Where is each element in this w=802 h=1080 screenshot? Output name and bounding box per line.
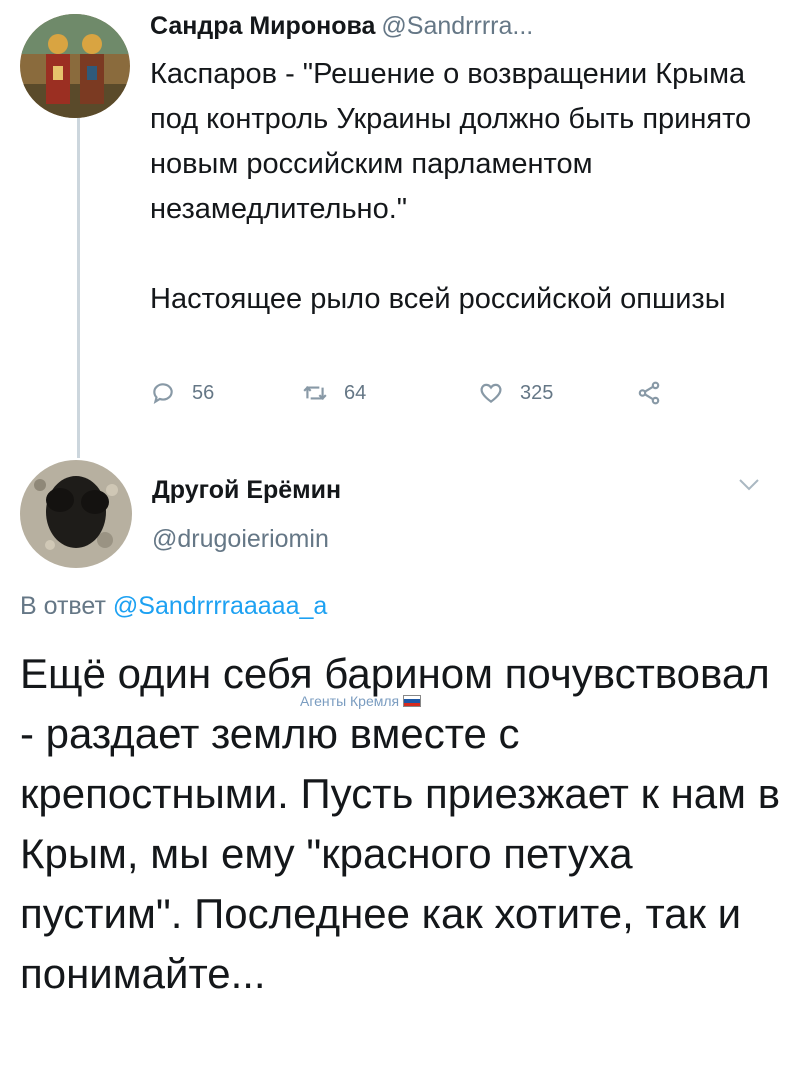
share-button[interactable]	[636, 380, 662, 406]
reply-prefix: В ответ	[20, 592, 106, 620]
reply-icon	[153, 383, 173, 405]
watermark-text: Агенты Кремля	[300, 693, 400, 709]
watermark: Агенты Кремля	[300, 693, 422, 709]
author-handle[interactable]: @drugoieriomin	[152, 525, 329, 554]
retweet-count: 64	[344, 381, 367, 404]
tweet-header: Сандра Миронова @Sandrrrra...	[150, 12, 533, 41]
author-handle[interactable]: @Sandrrrra...	[381, 12, 533, 40]
russian-flag-icon	[403, 695, 422, 707]
avatar[interactable]	[20, 460, 132, 568]
tweet-text: Каспаров - "Решение о возвращении Крыма …	[150, 52, 780, 322]
chevron-down-icon[interactable]	[738, 478, 760, 492]
avatar[interactable]	[20, 14, 130, 118]
like-button[interactable]: 325	[478, 380, 553, 406]
author-name[interactable]: Другой Ерёмин	[152, 476, 341, 505]
reply-mention-link[interactable]: @Sandrrrraaaaa_a	[113, 592, 327, 620]
like-icon	[480, 383, 502, 404]
author-name[interactable]: Сандра Миронова	[150, 12, 375, 40]
share-icon	[638, 381, 660, 405]
reply-count: 56	[192, 381, 215, 404]
tweet-paragraph: Каспаров - "Решение о возвращении Крыма …	[150, 58, 752, 225]
retweet-icon	[303, 386, 327, 400]
retweet-button[interactable]: 64	[302, 380, 366, 406]
thread-line	[77, 118, 80, 458]
reply-button[interactable]: 56	[150, 380, 214, 406]
like-count: 325	[520, 381, 554, 404]
reply-context: В ответ @Sandrrrraaaaa_a	[20, 592, 327, 621]
icon-stone-texture-image	[20, 460, 132, 568]
icon-painting-image	[20, 14, 130, 118]
tweet-actions: 56 64 325	[150, 380, 710, 416]
tweet-paragraph: Настоящее рыло всей российской опшизы	[150, 283, 726, 315]
